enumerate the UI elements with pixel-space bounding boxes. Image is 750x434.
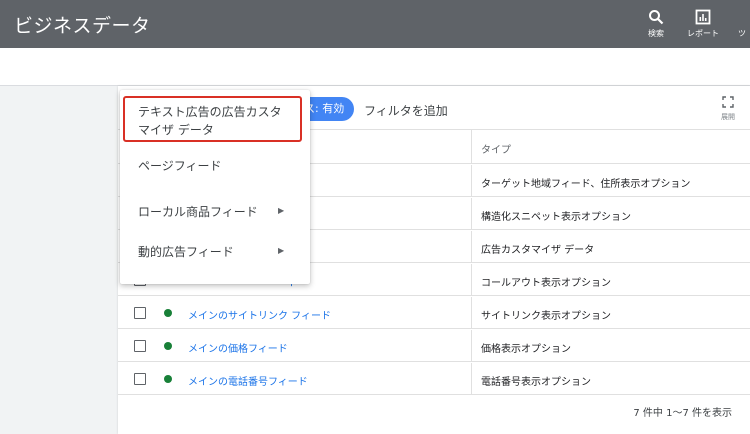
type-column-header[interactable]: タイプ <box>481 141 511 156</box>
feed-type: ターゲット地域フィード、住所表示オプション <box>481 179 691 190</box>
row-checkbox[interactable] <box>134 373 146 385</box>
top-app-bar: ビジネスデータ 検索 レポート ツ <box>0 0 750 48</box>
feed-name-link[interactable]: メインの価格フィード <box>188 340 288 355</box>
status-dot <box>164 342 172 350</box>
feed-name-link[interactable]: メインのサイトリンク フィード <box>188 307 331 322</box>
row-checkbox[interactable] <box>134 340 146 352</box>
column-divider <box>471 297 472 328</box>
menu-item-dynamic-ad-feed[interactable]: 動的広告フィード ▶ <box>120 234 310 270</box>
search-icon <box>649 10 664 25</box>
menu-item-label: 動的広告フィード <box>138 245 234 259</box>
menu-item-label: テキスト広告の広告カスタ <box>138 105 282 119</box>
menu-item-text-ad-customizer[interactable]: テキスト広告の広告カスタ マイザ データ <box>120 100 310 140</box>
feed-type: 価格表示オプション <box>481 344 571 355</box>
column-divider <box>471 231 472 262</box>
submenu-arrow-icon: ▶ <box>278 246 285 255</box>
feed-type: 電話番号表示オプション <box>481 377 591 388</box>
menu-item-label: マイザ データ <box>138 123 214 137</box>
app-title: ビジネスデータ <box>14 15 151 37</box>
fullscreen-icon <box>722 96 734 108</box>
reports-label: レポート <box>687 29 719 38</box>
column-divider <box>471 130 472 163</box>
feed-name-link[interactable]: メインの電話番号フィード <box>188 373 308 388</box>
row-checkbox[interactable] <box>134 307 146 319</box>
feed-type: サイトリンク表示オプション <box>481 311 611 322</box>
expand-label: 展開 <box>721 113 735 121</box>
tools-label: ツ <box>738 29 746 38</box>
submenu-arrow-icon: ▶ <box>278 206 285 215</box>
menu-item-local-product-feed[interactable]: ローカル商品フィード ▶ <box>120 194 310 230</box>
column-divider <box>471 363 472 394</box>
reports-button[interactable]: レポート <box>680 9 726 39</box>
reports-icon <box>695 9 711 25</box>
status-dot <box>164 309 172 317</box>
add-feed-menu: テキスト広告の広告カスタ マイザ データ ページフィード ローカル商品フィード … <box>120 90 310 284</box>
table-row: メインの電話番号フィード 電話番号表示オプション <box>118 363 750 395</box>
tools-button[interactable]: ツ <box>726 9 750 39</box>
search-button[interactable]: 検索 <box>633 9 679 39</box>
table-row: メインのサイトリンク フィード サイトリンク表示オプション <box>118 297 750 329</box>
column-divider <box>471 165 472 196</box>
menu-item-label: ページフィード <box>138 159 222 173</box>
column-divider <box>471 264 472 295</box>
feed-type: 広告カスタマイザ データ <box>481 245 595 256</box>
feed-type: コールアウト表示オプション <box>481 278 611 289</box>
expand-button[interactable]: 展開 <box>716 96 740 122</box>
table-row: メインの価格フィード 価格表示オプション <box>118 330 750 362</box>
sub-header-bar <box>0 48 750 86</box>
column-divider <box>471 198 472 229</box>
add-filter-button[interactable]: フィルタを追加 <box>364 102 448 119</box>
menu-item-page-feed[interactable]: ページフィード <box>120 146 310 182</box>
search-label: 検索 <box>648 29 664 38</box>
pagination-summary: 7 件中 1〜7 件を表示 <box>633 408 732 419</box>
column-divider <box>471 330 472 361</box>
status-dot <box>164 375 172 383</box>
menu-item-label: ローカル商品フィード <box>138 205 258 219</box>
feed-type: 構造化スニペット表示オプション <box>481 212 631 223</box>
tools-icon <box>726 9 750 25</box>
